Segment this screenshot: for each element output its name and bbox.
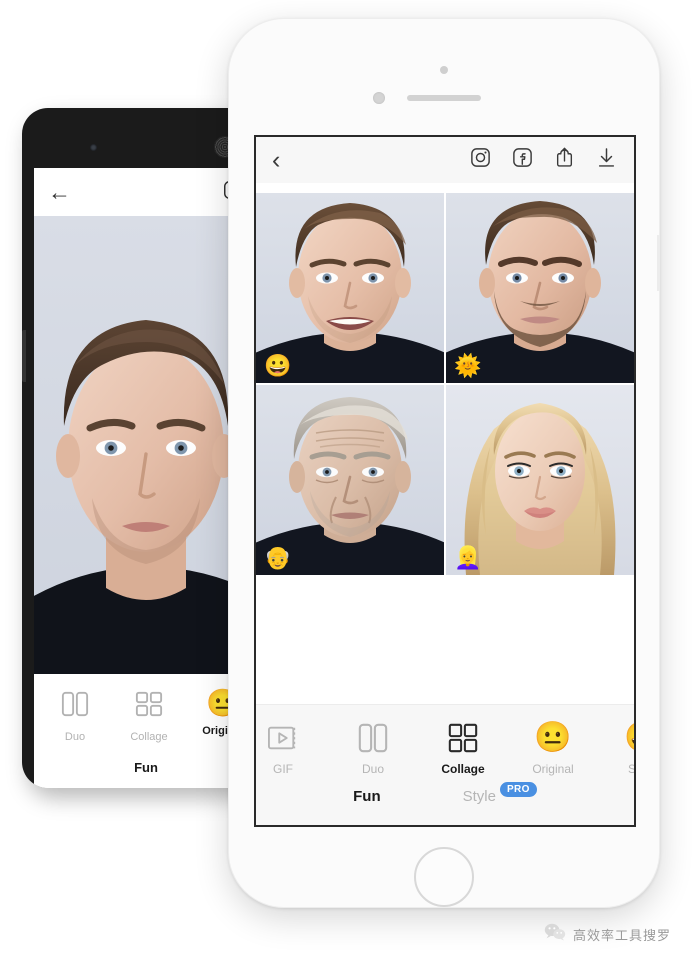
tool-emoji: 😄 bbox=[624, 723, 634, 753]
content-spacer bbox=[256, 575, 634, 649]
neutral-face-emoji-icon: 😐 bbox=[508, 719, 598, 757]
filter-tool-row: GIF Duo Collage 😐 Original S bbox=[256, 705, 636, 777]
category-style[interactable]: Style PRO bbox=[462, 782, 537, 805]
category-row: Fun Style PRO bbox=[256, 782, 634, 805]
android-front-camera-icon bbox=[90, 144, 97, 151]
sun-emoji-badge: 🌞 bbox=[454, 353, 482, 378]
back-button[interactable]: ‹ bbox=[272, 147, 280, 173]
iphone-device: ‹ bbox=[228, 18, 660, 908]
bottom-toolbar: GIF Duo Collage 😐 Original S Fun Style P… bbox=[256, 704, 634, 825]
tool-duo[interactable]: Duo bbox=[328, 719, 418, 776]
iphone-power-button[interactable] bbox=[657, 235, 660, 291]
tool-label: Smile bbox=[627, 762, 636, 776]
collage-cell-old[interactable]: 👴 bbox=[256, 385, 444, 575]
android-phone-device: ← Duo Collage 😐 Original Fun bbox=[22, 108, 258, 788]
android-app-header: ← bbox=[34, 168, 258, 216]
duo-icon bbox=[38, 690, 112, 723]
tool-label: Original bbox=[532, 762, 574, 776]
tool-collage[interactable]: Collage bbox=[418, 719, 508, 776]
collage-cell-female[interactable]: 👱‍♀️ bbox=[446, 385, 634, 575]
android-tool-row: Duo Collage 😐 Original bbox=[34, 674, 258, 743]
instagram-icon[interactable] bbox=[469, 146, 492, 174]
category-fun[interactable]: Fun bbox=[353, 788, 381, 805]
iphone-screen: ‹ bbox=[254, 135, 636, 827]
android-tool-duo[interactable]: Duo bbox=[38, 690, 112, 743]
grinning-face-emoji-icon: 😄 bbox=[598, 719, 634, 757]
android-bezel bbox=[22, 108, 258, 168]
android-photo-preview bbox=[34, 216, 258, 674]
collage-icon bbox=[418, 719, 508, 757]
collage-cell-hot[interactable]: 🌞 bbox=[446, 193, 634, 383]
android-bottom-toolbar: Duo Collage 😐 Original Fun bbox=[34, 674, 258, 788]
collage-grid: 😀 bbox=[256, 193, 634, 575]
iphone-front-camera-icon bbox=[373, 92, 385, 104]
old-man-emoji-badge: 👴 bbox=[264, 545, 292, 570]
android-tool-label: Collage bbox=[130, 731, 168, 743]
android-back-button[interactable]: ← bbox=[48, 180, 71, 204]
android-screen: ← Duo Collage 😐 Original Fun bbox=[34, 168, 258, 788]
android-category-row: Fun bbox=[34, 759, 258, 777]
tool-smile[interactable]: 😄 Smile bbox=[598, 719, 636, 777]
gif-icon bbox=[256, 719, 328, 757]
iphone-home-button[interactable] bbox=[414, 847, 474, 907]
collage-icon bbox=[112, 690, 186, 723]
android-tool-collage[interactable]: Collage bbox=[112, 690, 186, 743]
collage-cell-smile[interactable]: 😀 bbox=[256, 193, 444, 383]
duo-icon bbox=[328, 719, 418, 757]
header-action-icons bbox=[469, 146, 618, 175]
tool-label: Collage bbox=[441, 762, 485, 776]
tool-label: Duo bbox=[361, 762, 384, 776]
share-icon[interactable] bbox=[553, 146, 576, 175]
app-header: ‹ bbox=[256, 137, 634, 183]
watermark: 高效率工具搜罗 bbox=[544, 923, 671, 946]
watermark-text: 高效率工具搜罗 bbox=[572, 928, 671, 943]
android-portrait-image bbox=[34, 216, 258, 674]
pro-badge: PRO bbox=[499, 782, 537, 797]
category-style-label: Style bbox=[462, 788, 496, 805]
tool-original[interactable]: 😐 Original bbox=[508, 719, 598, 777]
android-tool-label: Duo bbox=[64, 731, 86, 743]
iphone-proximity-sensor bbox=[440, 66, 448, 74]
iphone-earpiece-speaker bbox=[407, 95, 481, 101]
tool-label: GIF bbox=[273, 762, 293, 776]
smile-emoji-badge: 😀 bbox=[264, 353, 292, 378]
download-icon[interactable] bbox=[595, 146, 618, 175]
android-side-button[interactable] bbox=[22, 330, 26, 382]
facebook-icon[interactable] bbox=[511, 146, 534, 174]
android-category-fun[interactable]: Fun bbox=[134, 760, 158, 775]
wechat-icon bbox=[544, 923, 566, 946]
tool-emoji: 😐 bbox=[534, 721, 572, 754]
tool-gif[interactable]: GIF bbox=[256, 719, 328, 776]
woman-emoji-badge: 👱‍♀️ bbox=[454, 545, 482, 570]
